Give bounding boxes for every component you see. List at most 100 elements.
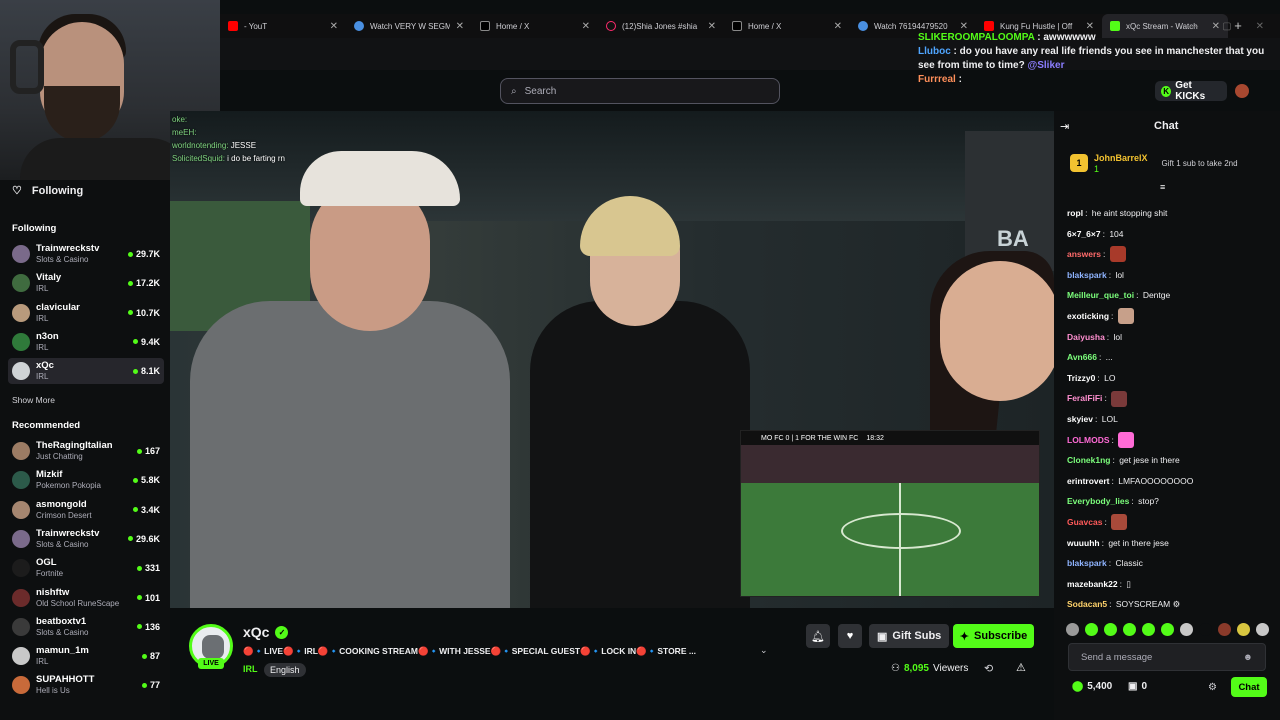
chat-username[interactable]: answers (1067, 244, 1101, 265)
close-icon[interactable]: ✕ (708, 21, 716, 32)
emoji-icon[interactable]: ☻ (1243, 652, 1253, 663)
tab-title: Home / X (496, 21, 530, 31)
subscribe-button[interactable]: ✦ Subscribe (953, 624, 1034, 648)
sidebar-channel-item[interactable]: asmongold Crimson Desert 3.4K (8, 497, 164, 523)
channel-name: TheRagingItalian (36, 440, 113, 451)
minimize-icon[interactable]: — (1188, 21, 1198, 32)
tiktok-icon (606, 21, 616, 31)
avatar (12, 303, 30, 322)
chat-username[interactable]: FeralFiFi (1067, 388, 1102, 409)
chat-message: Sodacan5: SOYSCREAM ⚙ (1067, 594, 1275, 615)
background-sign: BA (965, 131, 1054, 271)
chat-username[interactable]: Daiyusha (1067, 327, 1105, 348)
expand-pinned-icon[interactable]: ≡ (1160, 182, 1165, 192)
browser-tab[interactable]: Watch VERY W SEGM ✕ (346, 14, 472, 38)
chat-username[interactable]: erintrovert (1067, 471, 1110, 492)
emote-bar[interactable] (1066, 620, 1276, 638)
gift-icon: ▣ (877, 630, 888, 643)
chat-username[interactable]: 6×7_6×7 (1067, 224, 1101, 245)
live-dot-icon (127, 536, 133, 542)
chat-username[interactable]: Avn666 (1067, 347, 1097, 368)
chat-username[interactable]: wuuuhh (1067, 533, 1100, 554)
close-icon[interactable]: ✕ (330, 21, 338, 32)
video-overlay-chat: oke: meEH: worldnotending: JESSE Solicite… (172, 113, 285, 165)
video-overlay-chat-line: meEH: (172, 128, 197, 137)
sidebar-channel-item[interactable]: TheRagingItalian Just Chatting 167 (8, 438, 164, 464)
kicks-balance[interactable]: ⬤ 5,400 (1072, 681, 1112, 692)
viewer-count: 29.6K (127, 534, 160, 544)
chat-message: Clonek1ng: get jese in there (1067, 450, 1275, 471)
sidebar-channel-item[interactable]: OGL Fortnite 331 (8, 555, 164, 581)
chat-username[interactable]: Everybody_lies (1067, 491, 1129, 512)
chat-username[interactable]: Trizzy0 (1067, 368, 1095, 389)
sidebar-channel-item[interactable]: xQc IRL 8.1K (8, 358, 164, 385)
gear-icon[interactable]: ⚙ (1208, 682, 1217, 693)
close-icon[interactable]: ✕ (1086, 21, 1094, 32)
browser-tab[interactable]: Home / X ✕ (724, 14, 850, 38)
get-kicks-button[interactable]: K Get KICKs (1155, 80, 1227, 102)
close-icon[interactable]: ✕ (834, 21, 842, 32)
sidebar-channel-item[interactable]: SUPAHHOTT Hell is Us 77 (8, 672, 164, 698)
search-input[interactable]: Search (525, 86, 557, 97)
close-icon[interactable]: ✕ (582, 21, 590, 32)
show-more-link[interactable]: Show More (12, 395, 55, 405)
chat-input[interactable]: Send a message ☻ (1068, 643, 1266, 671)
live-dot-icon (127, 251, 133, 257)
chat-username[interactable]: exoticking (1067, 306, 1109, 327)
chat-username[interactable]: blakspark (1067, 553, 1107, 574)
chat-messages: ropl: he aint stopping shit 6×7_6×7: 104 a… (1067, 203, 1275, 615)
chat-username[interactable]: blakspark (1067, 265, 1107, 286)
chat-username[interactable]: Sodacan5 (1067, 594, 1107, 615)
live-dot-icon (136, 565, 142, 571)
close-icon[interactable]: ✕ (960, 21, 968, 32)
chat-text: get in there jese (1108, 537, 1169, 548)
search-bar[interactable]: ⌕ Search (500, 78, 780, 104)
sidebar-channel-item[interactable]: Vitaly IRL 17.2K (8, 270, 164, 296)
chat-text: Classic (1115, 558, 1143, 569)
live-dot-icon (136, 624, 142, 630)
browser-tab[interactable]: (12)Shia Jones #shia ✕ (598, 14, 724, 38)
share-icon[interactable]: ⟲ (984, 662, 993, 675)
chat-username[interactable]: Clonek1ng (1067, 450, 1110, 471)
sidebar-channel-item[interactable]: mamun_1m IRL 87 (8, 643, 164, 669)
gift-subs-button[interactable]: ▣ Gift Subs (869, 624, 950, 648)
chat-username[interactable]: mazebank22 (1067, 574, 1118, 595)
chat-username[interactable]: ropl (1067, 203, 1083, 224)
bell-icon[interactable]: 🔔︎ (806, 624, 830, 648)
chat-username[interactable]: Guavcas (1067, 512, 1102, 533)
emote-icon (1111, 514, 1128, 531)
sidebar-channel-item[interactable]: Trainwreckstv Slots & Casino 29.7K (8, 241, 164, 267)
browser-tab[interactable]: - YouT ✕ (220, 14, 346, 38)
channel-name[interactable]: xQc ✓ (243, 624, 289, 640)
stream-category[interactable]: IRL (243, 664, 258, 674)
live-dot-icon (136, 595, 142, 600)
chat-username[interactable]: LOLMODS (1067, 430, 1110, 451)
stream-language-tag[interactable]: English (264, 663, 306, 677)
sidebar-channel-item[interactable]: beatboxtv1 Slots & Casino 136 (8, 614, 164, 640)
chat-send-button[interactable]: Chat (1231, 677, 1267, 697)
kicks-coin-icon: ⬤ (1072, 681, 1084, 692)
close-window-icon[interactable]: ✕ (1256, 21, 1264, 32)
browser-tab[interactable]: Home / X ✕ (472, 14, 598, 38)
chevron-down-icon[interactable]: ⌄ (760, 645, 768, 656)
chat-username[interactable]: Meilleur_que_toi (1067, 285, 1134, 306)
collapse-chat-icon[interactable]: ⇥ (1060, 120, 1069, 133)
channel-category: IRL (36, 284, 49, 294)
close-icon[interactable]: ✕ (456, 21, 464, 32)
sidebar-channel-item[interactable]: Trainwreckstv Slots & Casino 29.6K (8, 526, 164, 552)
report-warning-icon[interactable]: ⚠ (1016, 661, 1026, 674)
sidebar-following-header[interactable]: ♡ Following (12, 184, 83, 198)
sidebar-channel-item[interactable]: clavicular IRL 10.7K (8, 300, 164, 326)
follow-heart-icon[interactable]: ♥ (838, 624, 862, 648)
viewer-count: 87 (141, 651, 160, 661)
sidebar-channel-item[interactable]: Mizkif Pokemon Pokopia 5.8K (8, 467, 164, 493)
sidebar-channel-item[interactable]: n3on IRL 9.4K (8, 329, 164, 355)
sidebar-channel-item[interactable]: nishftw Old School RuneScape 101 (8, 585, 164, 611)
chat-message: Trizzy0: LO (1067, 368, 1275, 389)
pinned-user: JohnBarrelX (1094, 153, 1148, 163)
maximize-icon[interactable]: ▢ (1222, 21, 1231, 32)
chat-username[interactable]: skyiev (1067, 409, 1093, 430)
gift-balance[interactable]: ▣ 0 (1128, 681, 1147, 692)
pinned-gift-leaderboard[interactable]: 1 JohnBarrelX 1 Gift 1 sub to take 2nd (1070, 148, 1270, 178)
user-avatar[interactable] (1235, 84, 1249, 98)
